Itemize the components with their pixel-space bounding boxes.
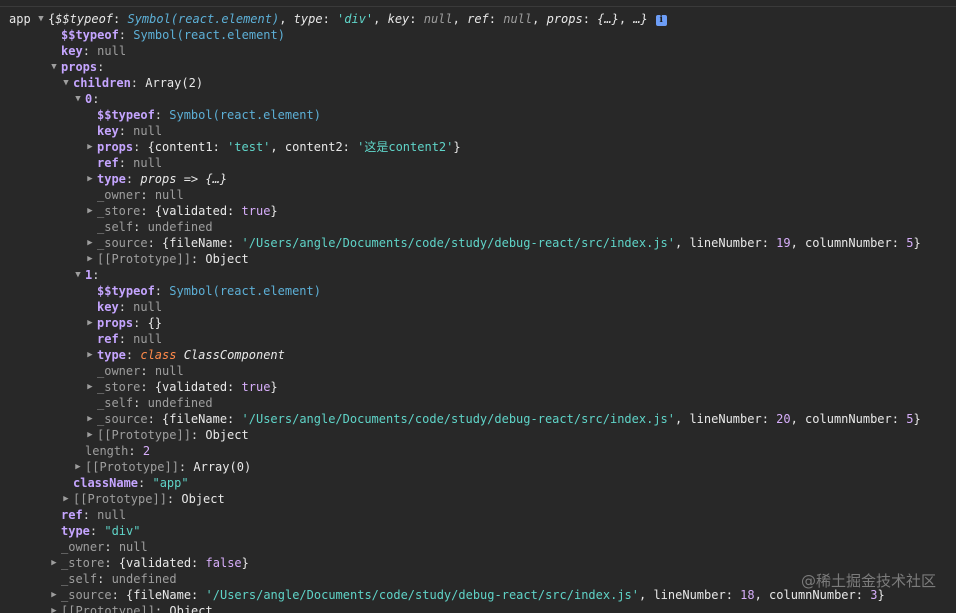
expand-toggle-icon[interactable]: ▶: [85, 251, 95, 267]
child1-self: _self: undefined: [97, 396, 213, 410]
child0-prototype[interactable]: ▶ [[Prototype]]: Object: [85, 251, 385, 267]
root-prototype[interactable]: ▶ [[Prototype]]: Object: [49, 603, 349, 613]
expand-toggle-icon[interactable]: ▼: [49, 59, 59, 75]
root-ref: ref: null: [61, 508, 127, 522]
expand-toggle-icon[interactable]: ▼: [36, 11, 46, 27]
child0-store[interactable]: ▶ _store: {validated: true}: [85, 203, 385, 219]
expand-toggle-icon[interactable]: ▶: [49, 603, 59, 613]
root-object-row[interactable]: app ▼ {$$typeof: Symbol(react.element), …: [0, 11, 956, 27]
child0-type[interactable]: ▶ type: props => {…}: [85, 171, 385, 187]
expand-toggle-icon[interactable]: ▶: [85, 235, 95, 251]
prop-row-key: key: null: [61, 44, 127, 58]
expand-toggle-icon[interactable]: ▼: [73, 267, 83, 283]
props-classname: className: "app": [73, 476, 189, 490]
child1-props[interactable]: ▶ props: {}: [85, 315, 385, 331]
child1-type[interactable]: ▶ type: class ClassComponent: [85, 347, 385, 363]
expand-toggle-icon[interactable]: ▶: [49, 587, 59, 603]
children-item-0[interactable]: ▼ 0:: [73, 91, 273, 107]
expand-toggle-icon[interactable]: ▼: [73, 91, 83, 107]
expand-toggle-icon[interactable]: ▶: [85, 427, 95, 443]
children-length: length: 2: [85, 444, 151, 458]
children-prototype[interactable]: ▶ [[Prototype]]: Array(0): [73, 459, 373, 475]
props-prototype[interactable]: ▶ [[Prototype]]: Object: [61, 491, 361, 507]
expand-toggle-icon[interactable]: ▶: [85, 347, 95, 363]
prop-row-children[interactable]: ▼ children: Array(2): [61, 75, 261, 91]
child1-key: key: null: [97, 300, 163, 314]
children-item-1[interactable]: ▼ 1:: [73, 267, 273, 283]
child1-source[interactable]: ▶ _source: {fileName: '/Users/angle/Docum…: [85, 411, 945, 427]
root-store[interactable]: ▶ _store: {validated: false}: [49, 555, 349, 571]
expand-toggle-icon[interactable]: ▶: [85, 379, 95, 395]
expand-toggle-icon[interactable]: ▶: [73, 459, 83, 475]
prop-row-typeof: $$typeof: Symbol(react.element): [61, 28, 285, 42]
child1-store[interactable]: ▶ _store: {validated: true}: [85, 379, 385, 395]
child0-typeof: $$typeof: Symbol(react.element): [97, 108, 321, 122]
expand-toggle-icon[interactable]: ▶: [85, 203, 95, 219]
root-owner: _owner: null: [61, 540, 148, 554]
child1-typeof: $$typeof: Symbol(react.element): [97, 284, 321, 298]
expand-toggle-icon[interactable]: ▶: [85, 171, 95, 187]
root-type: type: "div": [61, 524, 141, 538]
expand-toggle-icon[interactable]: ▶: [85, 315, 95, 331]
child1-ref: ref: null: [97, 332, 163, 346]
child0-source[interactable]: ▶ _source: {fileName: '/Users/angle/Docum…: [85, 235, 945, 251]
child1-prototype[interactable]: ▶ [[Prototype]]: Object: [85, 427, 385, 443]
root-self: _self: undefined: [61, 572, 177, 586]
child0-ref: ref: null: [97, 156, 163, 170]
object-summary: {$$typeof: Symbol(react.element), type: …: [48, 11, 667, 27]
expand-toggle-icon[interactable]: ▶: [85, 411, 95, 427]
log-label: app: [9, 12, 31, 26]
root-source[interactable]: ▶ _source: {fileName: '/Users/angle/Docum…: [49, 587, 909, 603]
prop-row-props[interactable]: ▼ props:: [49, 59, 249, 75]
console-object-tree: app ▼ {$$typeof: Symbol(react.element), …: [0, 0, 956, 613]
child0-key: key: null: [97, 124, 163, 138]
child1-owner: _owner: null: [97, 364, 184, 378]
expand-toggle-icon[interactable]: ▼: [61, 75, 71, 91]
child0-props[interactable]: ▶ props: {content1: 'test', content2: '这是…: [85, 139, 585, 155]
expand-toggle-icon[interactable]: ▶: [49, 555, 59, 571]
watermark: @稀土掘金技术社区: [800, 572, 936, 590]
expand-toggle-icon[interactable]: ▶: [85, 139, 95, 155]
child0-self: _self: undefined: [97, 220, 213, 234]
info-icon[interactable]: i: [655, 15, 667, 26]
expand-toggle-icon[interactable]: ▶: [61, 491, 71, 507]
child0-owner: _owner: null: [97, 188, 184, 202]
